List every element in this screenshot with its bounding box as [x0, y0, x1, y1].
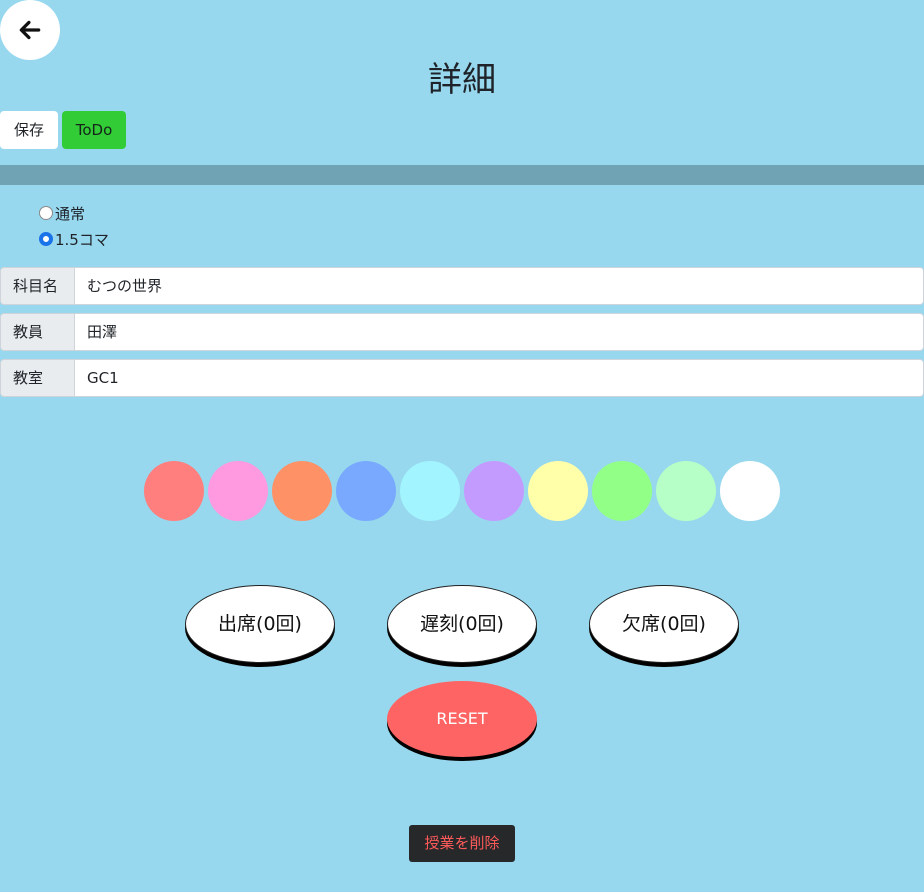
color-swatch[interactable]	[144, 461, 204, 521]
color-swatch[interactable]	[656, 461, 716, 521]
room-input[interactable]: GC1	[74, 359, 924, 397]
radio-normal-label: 通常	[55, 204, 86, 223]
color-swatch[interactable]	[336, 461, 396, 521]
reset-button[interactable]: RESET	[387, 681, 537, 757]
save-button[interactable]: 保存	[0, 111, 58, 149]
color-swatch[interactable]	[720, 461, 780, 521]
page-title: 詳細	[428, 60, 496, 100]
teacher-field-row: 教員 田澤	[0, 313, 924, 351]
radio-one-and-half[interactable]: 1.5コマ	[39, 228, 109, 250]
color-palette	[144, 461, 780, 521]
todo-button[interactable]: ToDo	[62, 111, 126, 149]
radio-normal[interactable]: 通常	[39, 202, 85, 224]
color-swatch[interactable]	[592, 461, 652, 521]
back-button[interactable]	[0, 0, 60, 60]
radio-one-and-half-circle[interactable]	[39, 232, 53, 246]
subject-input[interactable]: むつの世界	[74, 267, 924, 305]
color-swatch[interactable]	[528, 461, 588, 521]
color-swatch[interactable]	[464, 461, 524, 521]
teacher-input[interactable]: 田澤	[74, 313, 924, 351]
section-divider	[0, 165, 924, 185]
attendance-button[interactable]: 出席(0回)	[185, 585, 335, 663]
arrow-left-icon	[19, 20, 41, 40]
delete-class-button[interactable]: 授業を削除	[409, 825, 515, 862]
color-swatch[interactable]	[400, 461, 460, 521]
room-field-label: 教室	[0, 359, 74, 397]
radio-one-and-half-label: 1.5コマ	[55, 230, 109, 249]
subject-field-row: 科目名 むつの世界	[0, 267, 924, 305]
radio-normal-circle[interactable]	[39, 206, 53, 220]
absence-button[interactable]: 欠席(0回)	[589, 585, 739, 663]
color-swatch[interactable]	[208, 461, 268, 521]
teacher-field-label: 教員	[0, 313, 74, 351]
color-swatch[interactable]	[272, 461, 332, 521]
subject-field-label: 科目名	[0, 267, 74, 305]
room-field-row: 教室 GC1	[0, 359, 924, 397]
late-button[interactable]: 遅刻(0回)	[387, 585, 537, 663]
